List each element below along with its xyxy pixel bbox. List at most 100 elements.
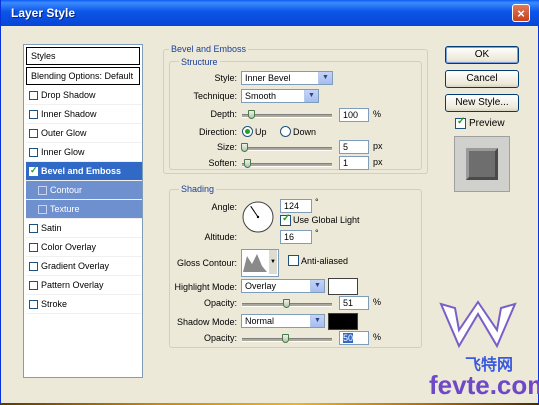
blending-options-label: Blending Options: Default bbox=[31, 71, 134, 81]
depth-label: Depth: bbox=[210, 109, 237, 119]
angle-dial[interactable] bbox=[241, 200, 275, 234]
style-item-checkbox[interactable] bbox=[29, 91, 38, 100]
style-item-checkbox[interactable] bbox=[29, 281, 38, 290]
anti-aliased-checkbox[interactable] bbox=[288, 255, 299, 266]
ok-label: OK bbox=[474, 49, 490, 60]
altitude-label: Altitude: bbox=[204, 232, 237, 242]
style-item-label: Color Overlay bbox=[41, 242, 97, 252]
highlight-opacity-unit: % bbox=[373, 297, 382, 307]
style-item-pattern-overlay[interactable]: Pattern Overlay bbox=[26, 276, 142, 295]
shadow-opacity-value: 50 bbox=[343, 333, 354, 343]
style-item-drop-shadow[interactable]: Drop Shadow bbox=[26, 86, 142, 105]
size-slider-thumb[interactable] bbox=[240, 143, 248, 152]
soften-value: 1 bbox=[343, 158, 349, 168]
direction-up-label: Up bbox=[255, 127, 267, 137]
style-item-checkbox[interactable] bbox=[29, 165, 38, 176]
style-item-outer-glow[interactable]: Outer Glow bbox=[26, 124, 142, 143]
styles-header-label: Styles bbox=[31, 51, 56, 61]
shadow-opacity-thumb[interactable] bbox=[282, 334, 289, 343]
style-item-checkbox[interactable] bbox=[29, 243, 38, 252]
style-item-label: Outer Glow bbox=[41, 128, 87, 138]
style-item-label: Pattern Overlay bbox=[41, 280, 104, 290]
chevron-down-icon: ▼ bbox=[318, 72, 332, 84]
shadow-mode-select[interactable]: Normal ▼ bbox=[241, 314, 325, 328]
style-select[interactable]: Inner Bevel ▼ bbox=[241, 71, 333, 85]
style-item-inner-glow[interactable]: Inner Glow bbox=[26, 143, 142, 162]
highlight-opacity-input[interactable]: 51 bbox=[339, 296, 369, 310]
chevron-down-icon: ▼ bbox=[269, 250, 277, 274]
style-item-checkbox[interactable] bbox=[29, 224, 38, 233]
angle-input[interactable]: 124 bbox=[280, 199, 312, 213]
bevel-group-title: Bevel and Emboss bbox=[169, 44, 249, 54]
new-style-label: New Style... bbox=[455, 97, 509, 108]
depth-input[interactable]: 100 bbox=[339, 108, 369, 122]
style-item-checkbox[interactable] bbox=[29, 148, 38, 157]
style-item-contour[interactable]: Contour bbox=[26, 181, 142, 200]
highlight-mode-select[interactable]: Overlay ▼ bbox=[241, 279, 325, 293]
style-item-gradient-overlay[interactable]: Gradient Overlay bbox=[26, 257, 142, 276]
depth-value: 100 bbox=[343, 110, 359, 120]
shadow-mode-value: Normal bbox=[245, 316, 275, 326]
contour-preview-icon bbox=[243, 254, 267, 272]
size-unit: px bbox=[373, 141, 383, 151]
shadow-color-swatch[interactable] bbox=[328, 313, 358, 330]
altitude-input[interactable]: 16 bbox=[280, 230, 312, 244]
depth-slider-track[interactable] bbox=[242, 114, 332, 118]
size-value: 5 bbox=[343, 142, 349, 152]
depth-slider-thumb[interactable] bbox=[247, 110, 255, 119]
style-item-color-overlay[interactable]: Color Overlay bbox=[26, 238, 142, 257]
style-item-satin[interactable]: Satin bbox=[26, 219, 142, 238]
style-item-checkbox[interactable] bbox=[38, 186, 47, 195]
cancel-label: Cancel bbox=[466, 73, 498, 84]
cancel-button[interactable]: Cancel bbox=[445, 70, 519, 88]
style-item-checkbox[interactable] bbox=[29, 262, 38, 271]
style-item-checkbox[interactable] bbox=[29, 300, 38, 309]
shadow-opacity-input[interactable]: 50 bbox=[339, 331, 369, 345]
direction-down-radio[interactable] bbox=[280, 126, 291, 137]
style-item-label: Gradient Overlay bbox=[41, 261, 110, 271]
technique-select[interactable]: Smooth ▼ bbox=[241, 89, 319, 103]
style-preview-thumbnail bbox=[454, 136, 510, 192]
direction-up-radio[interactable] bbox=[242, 126, 253, 137]
style-item-stroke[interactable]: Stroke bbox=[26, 295, 142, 314]
style-item-bevel-and-emboss[interactable]: Bevel and Emboss bbox=[26, 162, 142, 181]
style-item-texture[interactable]: Texture bbox=[26, 200, 142, 219]
highlight-color-swatch[interactable] bbox=[328, 278, 358, 295]
fevte-logo bbox=[439, 300, 517, 349]
blending-options-item[interactable]: Blending Options: Default bbox=[26, 67, 140, 85]
style-item-checkbox[interactable] bbox=[29, 129, 38, 138]
depth-unit: % bbox=[373, 109, 382, 119]
preview-checkbox[interactable] bbox=[455, 116, 466, 129]
style-item-checkbox[interactable] bbox=[38, 205, 47, 214]
styles-header[interactable]: Styles bbox=[26, 47, 140, 65]
style-item-label: Contour bbox=[50, 185, 83, 195]
size-input[interactable]: 5 bbox=[339, 140, 369, 154]
size-slider-track[interactable] bbox=[242, 147, 332, 151]
watermark-site: fevte.com bbox=[429, 370, 539, 400]
direction-label: Direction: bbox=[198, 127, 237, 137]
altitude-unit: ° bbox=[315, 228, 319, 238]
angle-label: Angle: bbox=[211, 202, 237, 212]
soften-input[interactable]: 1 bbox=[339, 156, 369, 170]
soften-unit: px bbox=[373, 157, 383, 167]
style-item-label: Inner Glow bbox=[41, 147, 85, 157]
highlight-mode-label: Highlight Mode: bbox=[174, 282, 237, 292]
angle-value: 124 bbox=[284, 201, 300, 211]
shadow-mode-label: Shadow Mode: bbox=[176, 317, 237, 327]
soften-slider-track[interactable] bbox=[242, 163, 332, 167]
highlight-opacity-thumb[interactable] bbox=[282, 299, 290, 308]
styles-list: Styles Blending Options: Default Drop Sh… bbox=[23, 44, 143, 378]
new-style-button[interactable]: New Style... bbox=[445, 94, 519, 112]
style-item-inner-shadow[interactable]: Inner Shadow bbox=[26, 105, 142, 124]
ok-button[interactable]: OK bbox=[445, 46, 519, 64]
style-item-checkbox[interactable] bbox=[29, 110, 38, 119]
anti-aliased-label: Anti-aliased bbox=[301, 256, 349, 266]
gloss-contour-picker[interactable]: ▼ bbox=[241, 249, 279, 277]
style-item-label: Inner Shadow bbox=[41, 109, 97, 119]
preview-swatch bbox=[466, 148, 498, 180]
structure-title: Structure bbox=[179, 57, 220, 67]
close-button[interactable]: × bbox=[512, 4, 530, 22]
highlight-mode-value: Overlay bbox=[245, 281, 277, 291]
use-global-light-checkbox[interactable] bbox=[280, 213, 291, 226]
chevron-down-icon: ▼ bbox=[304, 90, 318, 102]
